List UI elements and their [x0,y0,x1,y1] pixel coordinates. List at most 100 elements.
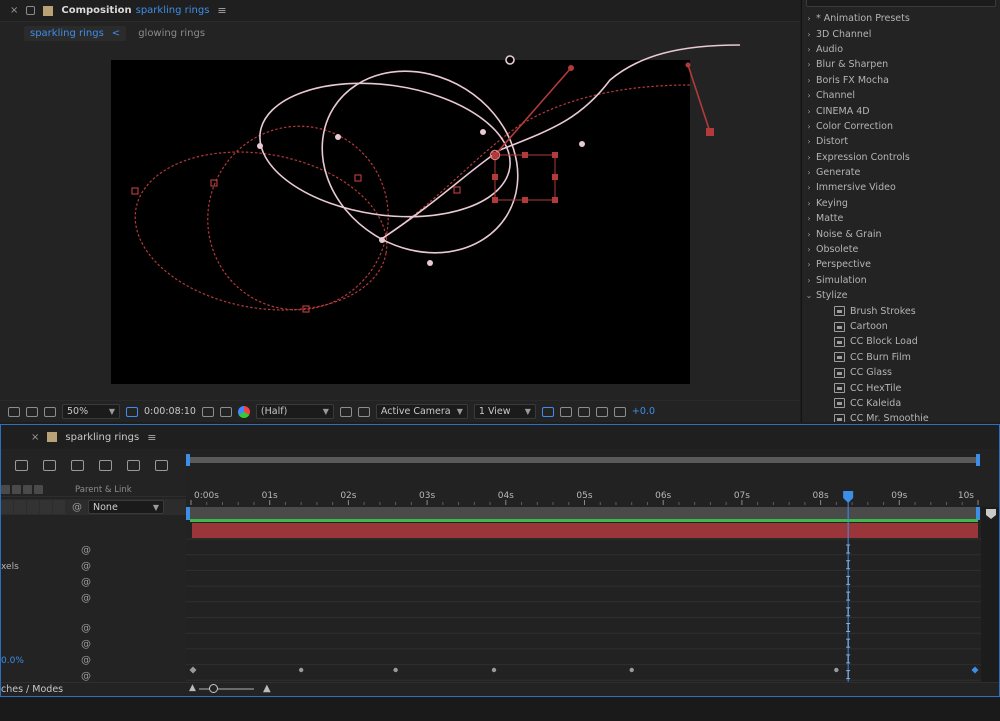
timeline-tab-name[interactable]: sparkling rings [65,432,139,443]
effect-category[interactable]: › Audio [802,42,1000,57]
chevron-right-icon[interactable]: › [802,276,816,285]
effect-category[interactable]: › Color Correction [802,119,1000,134]
timeline-graph-area[interactable]: 0:00s 01s 02s 03s 04s 05s 06s 07s 08s 09s 10s [186,449,999,682]
exposure-value[interactable]: +0.0 [632,406,655,417]
work-area-end-handle[interactable] [976,507,980,520]
mask-visibility-icon[interactable] [44,406,56,417]
keyframe[interactable] [629,667,634,673]
effect-category-expanded[interactable]: ⌄ Stylize [802,288,1000,303]
graph-editor-toggle-icon[interactable] [155,459,168,471]
effect-category[interactable]: › Immersive Video [802,180,1000,195]
effect-category[interactable]: › Noise & Grain [802,226,1000,241]
switch-column-icon[interactable] [23,485,32,494]
keyframe[interactable] [491,667,497,673]
chevron-right-icon[interactable]: › [802,168,816,177]
property-row[interactable]: @ [1,575,186,590]
transparency-grid-icon[interactable] [357,406,370,417]
layer-switch[interactable] [14,500,26,514]
effect-category[interactable]: › Keying [802,196,1000,211]
keyframe[interactable] [189,666,197,674]
comp-flowchart-icon[interactable] [15,459,28,471]
chevron-right-icon[interactable]: › [802,230,816,239]
pick-whip-icon[interactable]: @ [72,502,82,513]
motion-path-overlay[interactable] [0,0,800,422]
chevron-right-icon[interactable]: › [802,199,816,208]
fast-previews-icon[interactable] [339,406,352,417]
zoom-dropdown[interactable]: 50% ▼ [62,404,120,419]
work-area-start-handle[interactable] [186,507,190,520]
work-area-bar[interactable] [188,507,978,519]
keyframe[interactable] [834,667,839,673]
current-timecode[interactable]: 0:00:08:10 [144,406,196,417]
graph-editor-icon[interactable] [577,406,590,417]
time-navigator-end-handle[interactable] [976,454,980,466]
chevron-right-icon[interactable]: › [802,107,816,116]
effect-category[interactable]: › * Animation Presets [802,11,1000,26]
timeline-zoom-knob[interactable] [209,684,218,693]
flowchart-icon[interactable] [595,406,608,417]
effects-search-input[interactable] [806,0,996,7]
timeline-graph-svg[interactable]: 0:00s 01s 02s 03s 04s 05s 06s 07s 08s 09s 10s [186,449,999,682]
property-row[interactable]: xels @ [1,559,186,574]
chevron-right-icon[interactable]: › [802,91,816,100]
effect-category[interactable]: › Channel [802,88,1000,103]
playhead-handle[interactable] [843,491,854,503]
show-snapshot-icon[interactable] [219,406,232,417]
pick-whip-icon[interactable]: @ [81,561,91,572]
camera-dropdown[interactable]: Active Camera ▼ [375,404,468,419]
keyframe-selected[interactable] [971,666,979,674]
property-value-partial[interactable]: xels [1,562,19,572]
effect-category[interactable]: › Matte [802,211,1000,226]
effect-category[interactable]: › Boris FX Mocha [802,73,1000,88]
effect-category[interactable]: › Distort [802,134,1000,149]
switch-column-icon[interactable] [12,485,21,494]
zoom-out-icon[interactable]: ▲ [189,683,196,693]
timeline-scrollbar[interactable] [981,507,999,682]
effect-category[interactable]: › CINEMA 4D [802,103,1000,118]
effect-item[interactable]: Brush Strokes [802,303,1000,318]
layer-duration-bar[interactable] [192,523,978,538]
shy-layers-icon[interactable] [71,459,84,471]
property-row[interactable]: @ [1,543,186,558]
effect-item[interactable]: CC Block Load [802,334,1000,349]
timeline-zoom-slider[interactable] [199,688,254,690]
keyframe[interactable] [298,667,304,673]
chevron-right-icon[interactable]: › [802,122,816,131]
pick-whip-icon[interactable]: @ [81,623,91,634]
chevron-right-icon[interactable]: › [802,45,816,54]
toggle-switches-modes[interactable]: ches / Modes [1,684,63,695]
chevron-right-icon[interactable]: › [802,245,816,254]
zoom-in-icon[interactable]: ▲ [263,683,271,694]
pick-whip-icon[interactable]: @ [81,577,91,588]
region-of-interest-icon[interactable] [126,406,138,417]
time-navigator-start-handle[interactable] [186,454,190,466]
snapshot-icon[interactable] [201,406,214,417]
time-navigator-bar[interactable] [188,457,978,463]
chevron-right-icon[interactable]: › [802,76,816,85]
chevron-right-icon[interactable]: › [802,183,816,192]
switch-column-icon[interactable] [1,485,10,494]
parent-dropdown[interactable]: None ▼ [88,500,164,514]
property-row[interactable]: 0.0% @ [1,653,186,668]
layer-switch[interactable] [53,500,65,514]
keyframe[interactable] [393,667,398,673]
property-value-partial[interactable]: 0.0% [1,656,24,666]
effect-category[interactable]: › Generate [802,165,1000,180]
motion-blur-icon[interactable] [127,459,140,471]
color-channels-icon[interactable] [237,405,250,418]
effect-item[interactable]: Cartoon [802,319,1000,334]
chevron-right-icon[interactable]: › [802,60,816,69]
property-row[interactable]: @ [1,591,186,606]
property-row[interactable]: @ [1,637,186,652]
view-layout-dropdown[interactable]: 1 View ▼ [473,404,536,419]
pick-whip-icon[interactable]: @ [81,639,91,650]
property-row[interactable]: @ [1,621,186,636]
effect-category[interactable]: › Simulation [802,273,1000,288]
layer-switch[interactable] [40,500,52,514]
layer-switch[interactable] [1,500,13,514]
chevron-right-icon[interactable]: › [802,214,816,223]
pick-whip-icon[interactable]: @ [81,545,91,556]
draft-3d-cube-icon[interactable] [43,459,56,471]
effect-category[interactable]: › 3D Channel [802,26,1000,41]
layer-switch[interactable] [27,500,39,514]
